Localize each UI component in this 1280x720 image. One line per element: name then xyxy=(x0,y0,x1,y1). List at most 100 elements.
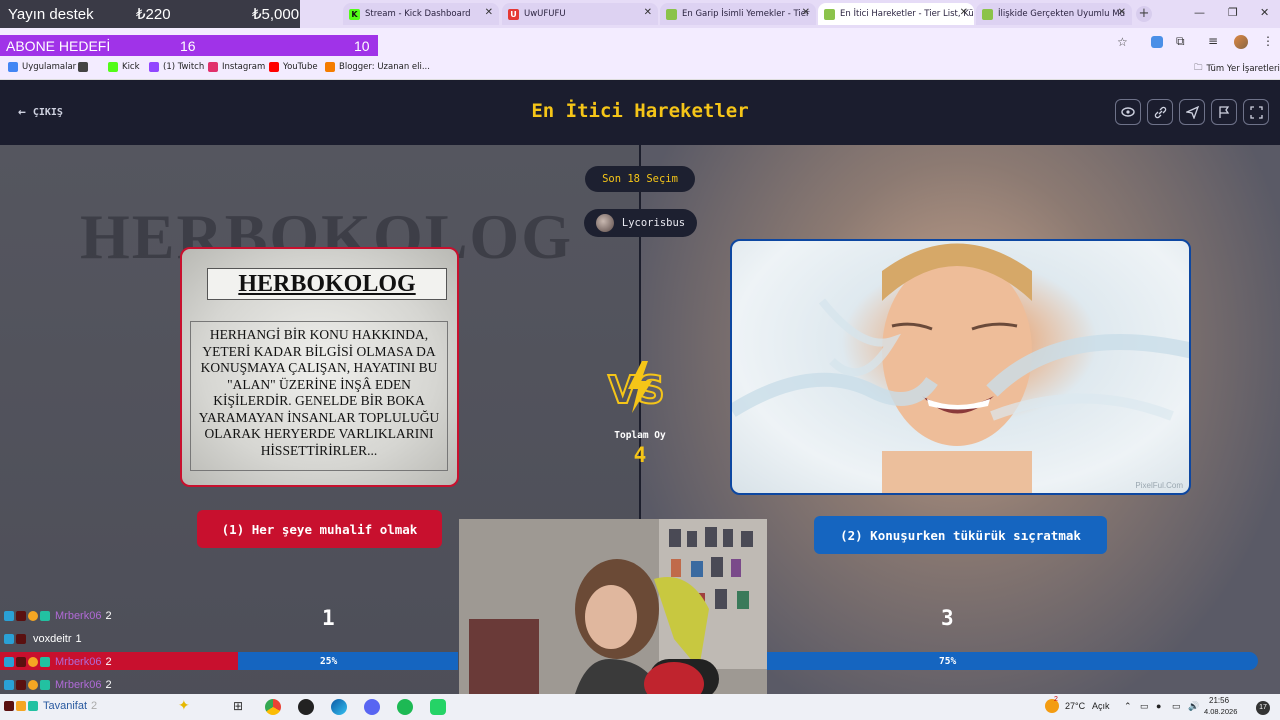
chat-username: voxdeitr xyxy=(33,633,72,645)
donation-current: ₺220 xyxy=(136,6,171,23)
volume-icon[interactable]: 🔊 xyxy=(1188,701,1199,712)
option2-card[interactable]: PixelFul.Com xyxy=(730,239,1191,495)
option1-card[interactable]: HERBOKOLOG HERHANGİ BİR KONU HAKKINDA, Y… xyxy=(180,247,459,487)
bookmark-grid[interactable] xyxy=(78,62,92,72)
chat-message: Mrberk06 2 xyxy=(4,679,112,691)
last-picks-label: Son 18 Seçim xyxy=(602,173,678,185)
chat-username: Mrberk06 xyxy=(55,679,102,691)
media-icon[interactable]: ≡ xyxy=(1208,34,1218,48)
tab-title: En İtici Hareketler - Tier List, Kü xyxy=(840,9,974,19)
bookmark-label: (1) Twitch xyxy=(163,62,205,72)
badge-icon xyxy=(16,680,26,690)
bookmark-apps[interactable]: Uygulamalar xyxy=(8,62,76,72)
task-view-icon[interactable]: ⊞ xyxy=(233,699,243,713)
discord-icon[interactable] xyxy=(364,699,380,715)
chat-message: Mrberk06 2 xyxy=(4,656,112,668)
clock-time[interactable]: 21:56 xyxy=(1209,696,1229,705)
weather-temperature: 27°C xyxy=(1065,701,1086,711)
user-name: Lycorisbus xyxy=(621,217,686,229)
bookmarks-bar: Uygulamalar Kick (1) Twitch Instagram Yo… xyxy=(0,56,1280,80)
grid-icon xyxy=(78,62,88,72)
tab-kick-dashboard[interactable]: K Stream - Kick Dashboard ✕ xyxy=(343,3,499,25)
bookmark-twitch[interactable]: (1) Twitch xyxy=(149,62,204,72)
send-icon[interactable] xyxy=(1179,99,1205,125)
chevron-up-icon[interactable]: ⌃ xyxy=(1124,701,1132,712)
close-icon[interactable]: ✕ xyxy=(802,7,810,18)
page-title: En İtici Hareketler xyxy=(531,100,749,122)
fullscreen-icon[interactable] xyxy=(1243,99,1269,125)
eye-icon[interactable] xyxy=(1115,99,1141,125)
user-badge[interactable]: Lycorisbus xyxy=(584,209,697,237)
site-icon xyxy=(982,8,993,20)
instagram-icon xyxy=(208,62,218,72)
bookmark-youtube[interactable]: YouTube xyxy=(269,62,318,72)
option1-percent: 25% xyxy=(320,656,338,667)
chat-text: 2 xyxy=(105,610,112,622)
chat-message: Tavanifat 2 xyxy=(4,700,97,712)
share-icon[interactable] xyxy=(1147,99,1173,125)
tab-uwufufu[interactable]: U UwUFUFU ✕ xyxy=(502,3,658,25)
weather-alert-badge: 2 xyxy=(1054,696,1058,703)
close-icon[interactable]: ✕ xyxy=(960,7,968,18)
bookmark-label: Tüm Yer İşaretleri xyxy=(1206,64,1280,74)
notification-badge[interactable]: 17 xyxy=(1256,701,1270,715)
badge-icon xyxy=(4,611,14,621)
last-picks-badge[interactable]: Son 18 Seçim xyxy=(585,166,695,192)
result-bar-right xyxy=(766,652,1258,670)
profile-avatar[interactable] xyxy=(1234,35,1248,49)
copilot-icon[interactable]: ✦ xyxy=(178,698,190,714)
bookmark-blogger[interactable]: Blogger: Uzanan eli... xyxy=(325,62,430,72)
mic-icon[interactable]: ● xyxy=(1156,701,1161,711)
obs-icon[interactable] xyxy=(298,699,314,715)
badge-icon xyxy=(40,611,50,621)
minimize-icon[interactable]: — xyxy=(1194,6,1205,19)
chrome-icon[interactable] xyxy=(265,699,281,715)
chat-text: 1 xyxy=(75,633,82,645)
option1-vote-count: 1 xyxy=(322,606,335,630)
webcam-image xyxy=(459,519,767,720)
window-close-icon[interactable]: ✕ xyxy=(1260,6,1269,19)
sub-goal-label: ABONE HEDEFİ xyxy=(6,38,111,54)
restore-icon[interactable]: ❐ xyxy=(1228,6,1238,19)
tab-itici-hareketler[interactable]: En İtici Hareketler - Tier List, Kü ✕ xyxy=(818,3,974,25)
card-title: HERBOKOLOG xyxy=(207,268,447,300)
spotify-icon[interactable] xyxy=(397,699,413,715)
badge-icon xyxy=(4,680,14,690)
badge-icon xyxy=(40,657,50,667)
close-icon[interactable]: ✕ xyxy=(485,7,493,18)
site-icon xyxy=(666,8,677,20)
bookmark-kick[interactable]: Kick xyxy=(108,62,140,72)
clock-date[interactable]: 4.08.2026 xyxy=(1204,707,1237,716)
puzzle-icon[interactable]: ⧉ xyxy=(1176,34,1185,49)
donation-target: ₺5,000 xyxy=(252,6,300,23)
extension-icon[interactable] xyxy=(1151,36,1163,48)
face-splash-image xyxy=(732,243,1189,493)
whatsapp-icon[interactable] xyxy=(430,699,446,715)
chat-username: Tavanifat xyxy=(43,700,88,712)
tab-garip-yemekler[interactable]: En Garip İsimli Yemekler - Tier ✕ xyxy=(660,3,816,25)
card-text: HERHANGİ BİR KONU HAKKINDA, YETERİ KADAR… xyxy=(190,321,448,471)
close-icon[interactable]: ✕ xyxy=(644,7,652,18)
new-tab-button[interactable]: + xyxy=(1136,6,1152,22)
badge-icon xyxy=(16,611,26,621)
menu-icon[interactable]: ⋮ xyxy=(1262,34,1274,48)
edge-icon[interactable] xyxy=(331,699,347,715)
option2-button[interactable]: (2) Konuşurken tükürük sıçratmak xyxy=(814,516,1107,554)
apps-icon xyxy=(8,62,18,72)
network-icon[interactable]: ▭ xyxy=(1172,701,1181,712)
tray-app-icon[interactable]: ▭ xyxy=(1140,701,1149,712)
tab-iliskide-uyumlu[interactable]: İlişkide Gerçekten Uyumlu Mu ✕ xyxy=(976,3,1132,25)
flag-icon[interactable] xyxy=(1211,99,1237,125)
kick-icon: K xyxy=(349,8,360,20)
bookmark-label: Uygulamalar xyxy=(22,62,77,72)
badge-icon xyxy=(40,680,50,690)
sub-goal-target: 10 xyxy=(354,38,370,54)
option1-button[interactable]: (1) Her şeye muhalif olmak xyxy=(197,510,442,548)
all-bookmarks[interactable]: 🗀 Tüm Yer İşaretleri xyxy=(1194,62,1280,76)
close-icon[interactable]: ✕ xyxy=(1118,7,1126,18)
star-icon[interactable]: ☆ xyxy=(1117,35,1128,49)
bookmark-instagram[interactable]: Instagram xyxy=(208,62,265,72)
weather-state: Açık xyxy=(1092,701,1110,711)
option2-percent: 75% xyxy=(939,656,957,667)
donation-goal-label: Yayın destek xyxy=(8,5,94,23)
